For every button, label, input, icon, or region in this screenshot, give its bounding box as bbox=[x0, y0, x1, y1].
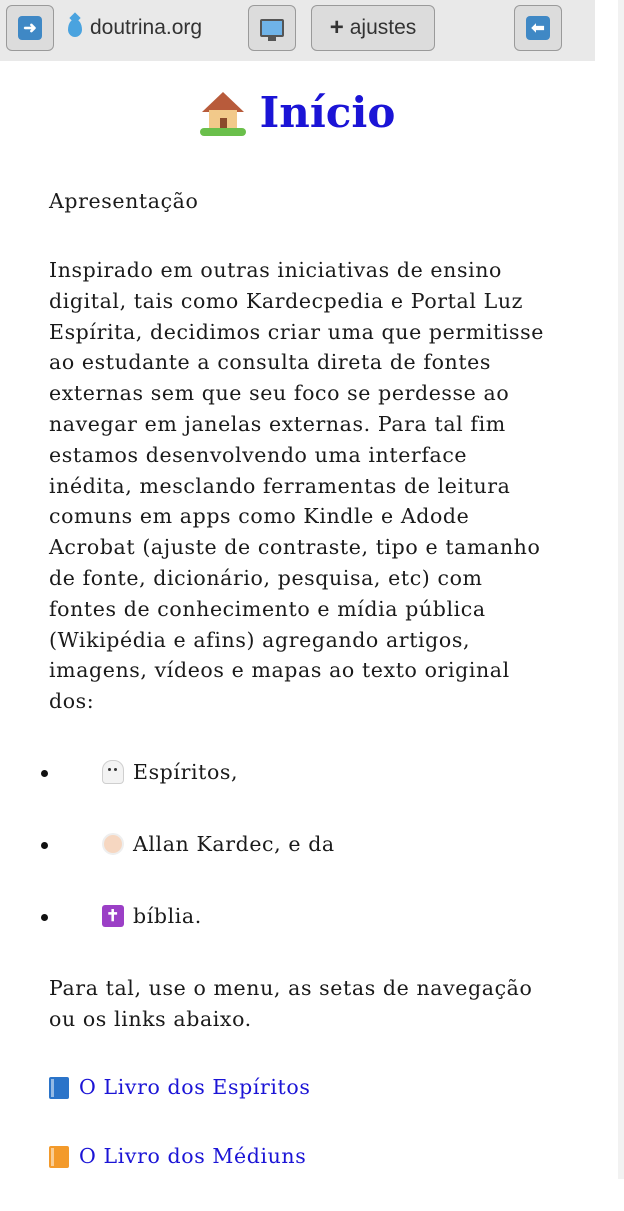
blue-book-icon bbox=[49, 1076, 69, 1099]
old-man-icon bbox=[102, 832, 124, 855]
list-item-label: bíblia. bbox=[133, 903, 202, 928]
scrollbar-track[interactable] bbox=[618, 0, 624, 1179]
display-mode-button[interactable] bbox=[248, 5, 296, 51]
site-link[interactable]: doutrina.org bbox=[68, 5, 202, 51]
main-content: Apresentação Inspirado em outras iniciat… bbox=[41, 186, 549, 1211]
settings-button[interactable]: + ajustes bbox=[311, 5, 435, 51]
list-item: Espíritos, bbox=[41, 757, 549, 787]
list-item-label: Espíritos, bbox=[133, 759, 239, 784]
left-arrow-icon: ⬅ bbox=[526, 16, 550, 40]
navigation-hint: Para tal, use o menu, as setas de navega… bbox=[49, 975, 533, 1031]
forward-button[interactable]: ➜ bbox=[6, 5, 54, 51]
book-links: O Livro dos Espíritos O Livro dos Médiun… bbox=[49, 1073, 549, 1172]
plus-icon: + bbox=[329, 14, 344, 41]
intro-paragraph: Inspirado em outras iniciativas de ensin… bbox=[49, 258, 544, 714]
monitor-icon bbox=[260, 19, 284, 41]
ghost-icon bbox=[102, 759, 124, 784]
book-link-label: O Livro dos Espíritos bbox=[79, 1075, 311, 1100]
book-link-espiritos[interactable]: O Livro dos Espíritos bbox=[49, 1073, 549, 1103]
list-item: Allan Kardec, e da bbox=[41, 829, 549, 859]
book-link-label: O Livro dos Médiuns bbox=[79, 1144, 307, 1169]
list-item-label: Allan Kardec, e da bbox=[133, 831, 335, 856]
orange-book-icon bbox=[49, 1145, 69, 1168]
sources-list: Espíritos, Allan Kardec, e da ✝ bíblia. bbox=[41, 757, 549, 931]
right-arrow-icon: ➜ bbox=[18, 16, 42, 40]
site-name: doutrina.org bbox=[90, 16, 203, 39]
section-subtitle: Apresentação bbox=[49, 189, 199, 213]
book-link-mediuns[interactable]: O Livro dos Médiuns bbox=[49, 1142, 549, 1172]
top-toolbar: ➜ doutrina.org + ajustes ⬅ bbox=[0, 0, 595, 61]
house-icon bbox=[199, 90, 246, 136]
cross-icon: ✝ bbox=[102, 904, 124, 927]
list-item: ✝ bíblia. bbox=[41, 901, 549, 931]
water-drop-icon bbox=[68, 19, 82, 37]
page-title: Início bbox=[0, 88, 595, 137]
page-title-text: Início bbox=[259, 88, 396, 137]
settings-label: ajustes bbox=[349, 16, 417, 39]
back-button[interactable]: ⬅ bbox=[514, 5, 562, 51]
